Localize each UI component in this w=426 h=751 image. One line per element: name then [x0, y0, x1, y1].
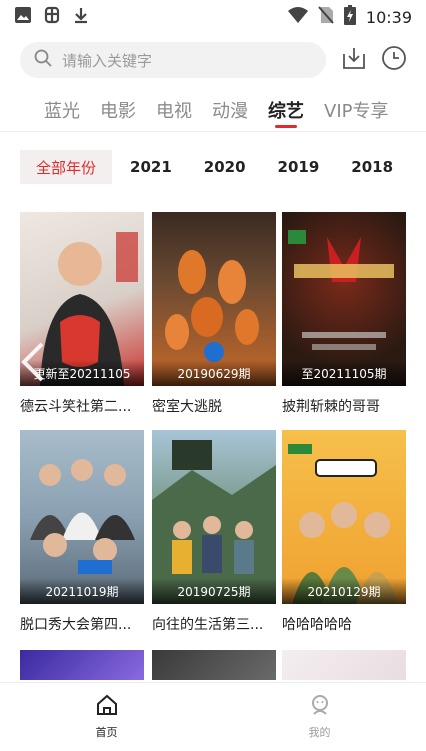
- no-sim-icon: [318, 6, 334, 28]
- show-title: 脱口秀大会第四...: [20, 617, 132, 633]
- image-icon: [14, 6, 32, 28]
- show-card[interactable]: 20190725期 向往的生活第三...: [152, 430, 276, 634]
- poster-image: 20211019期: [20, 430, 144, 604]
- history-clock-icon: [381, 45, 407, 75]
- download-manager-button[interactable]: [340, 46, 368, 74]
- search-icon: [34, 49, 52, 71]
- status-bar: 10:39: [0, 0, 426, 34]
- episode-caption: 20211019期: [20, 578, 144, 604]
- poster-image[interactable]: [152, 650, 276, 680]
- bottom-nav: 首页 我的: [0, 682, 426, 751]
- poster-image: 至20211105期: [282, 212, 406, 386]
- poster-image: 20190725期: [152, 430, 276, 604]
- poster-image: 20190629期: [152, 212, 276, 386]
- episode-caption: 20210129期: [282, 578, 406, 604]
- show-title: 向往的生活第三...: [152, 617, 264, 633]
- episode-caption: 20190725期: [152, 578, 276, 604]
- episode-caption: 至20211105期: [282, 360, 406, 386]
- tab-movie[interactable]: 电影: [100, 88, 136, 132]
- poster-image: 20210129期: [282, 430, 406, 604]
- home-icon: [96, 694, 118, 720]
- show-card[interactable]: 更新至20211105 德云斗笑社第二...: [20, 212, 144, 416]
- year-all[interactable]: 全部年份: [20, 150, 113, 184]
- year-filter: 全部年份 2021 2020 2019 2018 20: [20, 150, 426, 184]
- tab-anime[interactable]: 动漫: [212, 88, 248, 132]
- profile-icon: [309, 694, 331, 720]
- poster-image[interactable]: [282, 650, 406, 680]
- year-2020[interactable]: 2020: [204, 158, 246, 176]
- year-2021[interactable]: 2021: [130, 158, 172, 176]
- search-input[interactable]: 请输入关键字: [20, 42, 326, 78]
- category-tabs: 蓝光 电影 电视 动漫 综艺 VIP专享: [0, 88, 426, 132]
- download-icon: [72, 6, 90, 28]
- episode-caption: 20190629期: [152, 360, 276, 386]
- search-placeholder: 请输入关键字: [62, 51, 153, 70]
- show-card[interactable]: 20211019期 脱口秀大会第四...: [20, 430, 144, 634]
- wifi-icon: [287, 6, 308, 28]
- bug-icon: [42, 5, 62, 29]
- history-button[interactable]: [380, 46, 408, 74]
- show-card[interactable]: 20210129期 哈哈哈哈哈: [282, 430, 406, 634]
- year-2019[interactable]: 2019: [278, 158, 320, 176]
- show-card[interactable]: 至20211105期 披荆斩棘的哥哥: [282, 212, 406, 416]
- nav-home[interactable]: 首页: [0, 683, 213, 751]
- poster-image[interactable]: [20, 650, 144, 680]
- year-2018[interactable]: 2018: [351, 158, 393, 176]
- show-title: 德云斗笑社第二...: [20, 399, 132, 415]
- download-icon: [341, 45, 367, 75]
- tab-tv[interactable]: 电视: [156, 88, 192, 132]
- clock-time: 10:39: [365, 7, 412, 27]
- show-title: 哈哈哈哈哈: [282, 617, 352, 633]
- show-title: 密室大逃脱: [152, 399, 222, 415]
- nav-profile[interactable]: 我的: [213, 683, 426, 751]
- nav-home-label: 首页: [95, 726, 118, 739]
- tab-bluray[interactable]: 蓝光: [44, 88, 80, 132]
- tab-variety[interactable]: 综艺: [268, 88, 304, 132]
- show-card[interactable]: 20190629期 密室大逃脱: [152, 212, 276, 416]
- back-arrow-icon[interactable]: [18, 342, 48, 382]
- tab-vip[interactable]: VIP专享: [324, 88, 388, 132]
- battery-charging-icon: [343, 5, 356, 29]
- nav-profile-label: 我的: [308, 726, 331, 739]
- show-title: 披荆斩棘的哥哥: [282, 399, 380, 415]
